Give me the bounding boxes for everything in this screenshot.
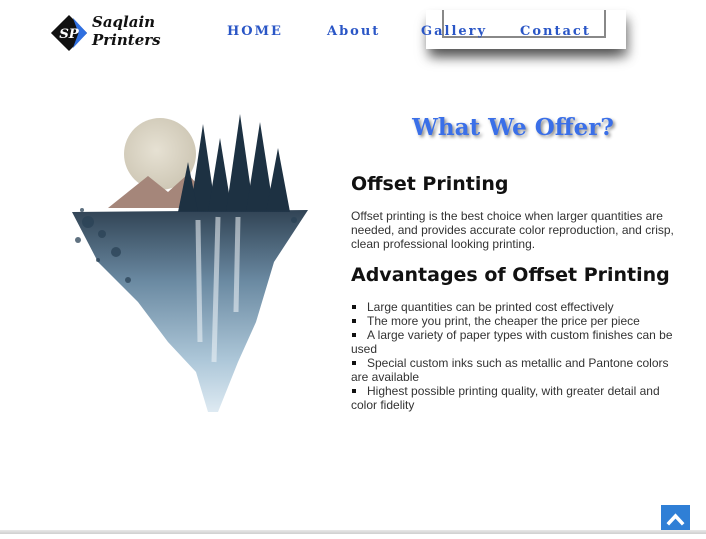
list-item-text: Highest possible printing quality, with … — [351, 384, 660, 412]
list-item: Highest possible printing quality, with … — [351, 384, 681, 412]
advantages-heading: Advantages of Offset Printing — [351, 264, 670, 286]
nav-contact-link[interactable]: Contact — [520, 24, 591, 39]
advantages-list: Large quantities can be printed cost eff… — [351, 300, 681, 412]
list-item: Special custom inks such as metallic and… — [351, 356, 681, 384]
bullet-icon — [352, 332, 356, 337]
offset-heading: Offset Printing — [351, 173, 509, 195]
bullet-icon — [352, 388, 356, 393]
list-item-text: Large quantities can be printed cost eff… — [367, 300, 614, 314]
list-item: A large variety of paper types with cust… — [351, 328, 681, 356]
main-nav: HOME About Gallery Contact — [0, 24, 706, 44]
bullet-icon — [352, 360, 356, 365]
section-title: What We Offer? — [412, 114, 614, 141]
island-reflection — [72, 210, 308, 412]
list-item: The more you print, the cheaper the pric… — [351, 314, 681, 328]
list-item-text: Special custom inks such as metallic and… — [351, 356, 669, 384]
list-item-text: The more you print, the cheaper the pric… — [367, 314, 640, 328]
nav-gallery-link[interactable]: Gallery — [421, 24, 487, 39]
page-bottom-divider — [0, 530, 706, 534]
list-item-text: A large variety of paper types with cust… — [351, 328, 673, 356]
nav-home-link[interactable]: HOME — [227, 24, 283, 39]
bullet-icon — [352, 304, 356, 309]
list-item: Large quantities can be printed cost eff… — [351, 300, 681, 314]
offset-description: Offset printing is the best choice when … — [351, 209, 674, 251]
bullet-icon — [352, 318, 356, 323]
nav-about-link[interactable]: About — [327, 24, 380, 39]
watercolor-island-image — [72, 114, 308, 412]
